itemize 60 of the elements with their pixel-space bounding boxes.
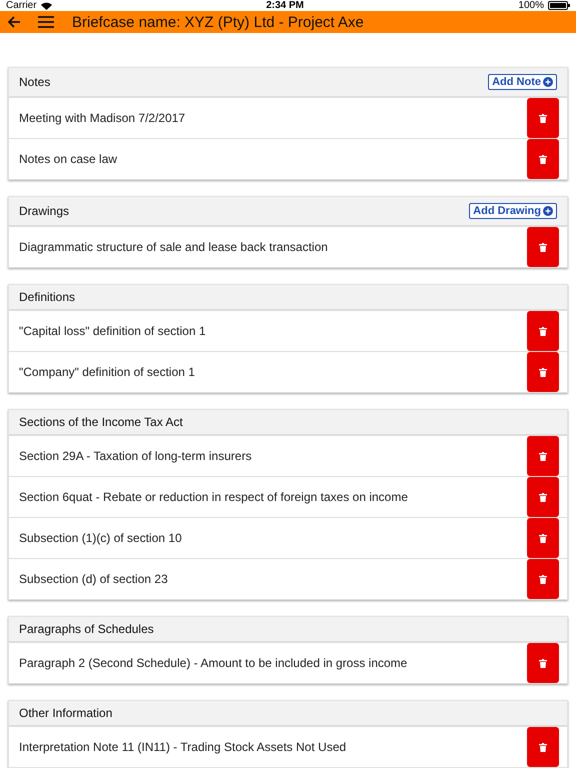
item-label: Section 6quat - Rebate or reduction in respect of foreign taxes on income (19, 490, 408, 504)
delete-button[interactable] (527, 139, 559, 179)
trash-icon (539, 492, 547, 502)
list-item[interactable]: Section 29A - Taxation of long-term insurers (9, 435, 567, 476)
item-label: Subsection (1)(c) of section 10 (19, 531, 182, 545)
status-time: 2:34 PM (266, 0, 304, 11)
delete-button[interactable] (527, 643, 559, 683)
trash-icon (539, 114, 547, 122)
list-item[interactable]: Diagrammatic structure of sale and lease back transaction (9, 226, 567, 267)
section-title: Notes (19, 75, 50, 89)
delete-button[interactable] (527, 727, 559, 767)
item-label: Diagrammatic structure of sale and lease back transaction (19, 240, 328, 254)
trash-icon (539, 742, 547, 752)
delete-button[interactable] (527, 352, 559, 392)
section-title: Paragraphs of Schedules (19, 622, 154, 636)
list-item[interactable]: Notes on case law (9, 138, 567, 179)
delete-button[interactable] (527, 559, 559, 599)
delete-button[interactable] (527, 477, 559, 517)
list-item[interactable]: Section 6quat - Rebate or reduction in respect of foreign taxes on income (9, 476, 567, 517)
list-item[interactable]: Paragraph 2 (Second Schedule) - Amount to be included in gross income (9, 642, 567, 683)
app-title: Briefcase name: XYZ (Pty) Ltd - Project Axe (72, 14, 364, 30)
item-label: Subsection (d) of section 23 (19, 572, 168, 586)
list-item[interactable]: "Company" definition of section 1 (9, 351, 567, 392)
section-title: Sections of the Income Tax Act (19, 415, 183, 429)
list-item[interactable]: "Capital loss" definition of section 1 (9, 310, 567, 351)
wifi-icon (40, 2, 52, 10)
list-item[interactable]: Meeting with Madison 7/2/2017 (9, 97, 567, 138)
plus-circle-icon (543, 77, 553, 87)
battery-icon (548, 1, 570, 10)
section-title: Definitions (19, 290, 76, 304)
trash-icon (539, 452, 547, 460)
delete-button[interactable] (527, 98, 559, 138)
section-title: Other Information (19, 706, 112, 720)
delete-button[interactable] (527, 227, 559, 267)
trash-icon (539, 368, 547, 376)
battery-percent: 100% (518, 0, 544, 11)
item-label: Paragraph 2 (Second Schedule) - Amount to be included in gross income (19, 656, 408, 670)
delete-button[interactable] (527, 518, 559, 558)
trash-icon (539, 534, 547, 542)
carrier-label: Carrier (6, 0, 37, 11)
trash-icon (539, 658, 547, 668)
delete-button[interactable] (527, 436, 559, 476)
list-item[interactable]: Subsection (d) of section 23 (9, 558, 567, 599)
list-item[interactable]: Interpretation Note 11 (IN11) - Trading Stock Assets Not Used (9, 726, 567, 767)
section-title: Drawings (19, 204, 70, 218)
item-label: Interpretation Note 11 (IN11) - Trading Stock Assets Not Used (19, 740, 346, 754)
trash-icon (539, 574, 547, 584)
trash-icon (539, 154, 547, 164)
item-label: Section 29A - Taxation of long-term insurers (19, 449, 252, 463)
item-label: Meeting with Madison 7/2/2017 (19, 111, 186, 125)
trash-icon (539, 242, 547, 252)
trash-icon (539, 326, 547, 336)
delete-button[interactable] (527, 311, 559, 351)
list-item[interactable]: Subsection (1)(c) of section 10 (9, 517, 567, 558)
add-button[interactable]: Add Note (488, 74, 557, 90)
add-button[interactable]: Add Drawing (469, 203, 557, 219)
item-label: Notes on case law (19, 152, 118, 166)
item-label: "Capital loss" definition of section 1 (19, 324, 206, 338)
plus-circle-icon (543, 206, 553, 216)
item-label: "Company" definition of section 1 (19, 365, 195, 379)
